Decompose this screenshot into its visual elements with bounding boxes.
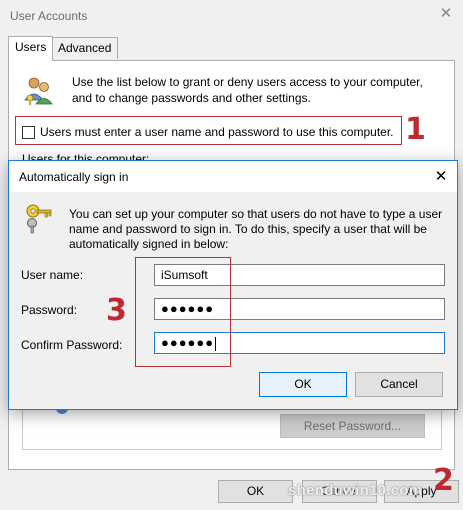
dialog-titlebar: Automatically sign in ✕ xyxy=(9,161,457,192)
auto-sign-in-dialog: Automatically sign in ✕ You can set up y… xyxy=(8,160,458,410)
step-number-1: 1 xyxy=(405,112,426,147)
highlight-box-step3 xyxy=(135,257,231,367)
step-number-2: 2 xyxy=(433,463,454,498)
dialog-title: Automatically sign in xyxy=(19,170,129,184)
ok-button[interactable]: OK xyxy=(218,480,293,503)
users-icon xyxy=(24,77,53,105)
reset-password-button[interactable]: Reset Password... xyxy=(280,414,425,438)
user-name-label: User name: xyxy=(21,268,84,282)
dialog-ok-button[interactable]: OK xyxy=(259,372,347,397)
dialog-cancel-button[interactable]: Cancel xyxy=(355,372,443,397)
step-number-3: 3 xyxy=(106,293,127,328)
keys-icon xyxy=(26,204,52,234)
tab-advanced[interactable]: Advanced xyxy=(51,37,119,59)
dialog-description: You can set up your computer so that use… xyxy=(69,207,443,251)
must-enter-checkbox[interactable] xyxy=(22,125,35,139)
confirm-password-label: Confirm Password: xyxy=(21,338,123,352)
password-label: Password: xyxy=(21,303,78,317)
window-title: User Accounts xyxy=(10,9,88,23)
window-close-icon[interactable]: ✕ xyxy=(436,4,456,24)
watermark: shenduwin10.com xyxy=(288,482,423,499)
must-enter-row[interactable]: Users must enter a user name and passwor… xyxy=(22,124,394,140)
must-enter-label[interactable]: Users must enter a user name and passwor… xyxy=(40,125,394,139)
tab-users[interactable]: Users xyxy=(8,36,54,61)
intro-text: Use the list below to grant or deny user… xyxy=(72,75,423,105)
dialog-close-icon[interactable]: ✕ xyxy=(431,167,451,187)
